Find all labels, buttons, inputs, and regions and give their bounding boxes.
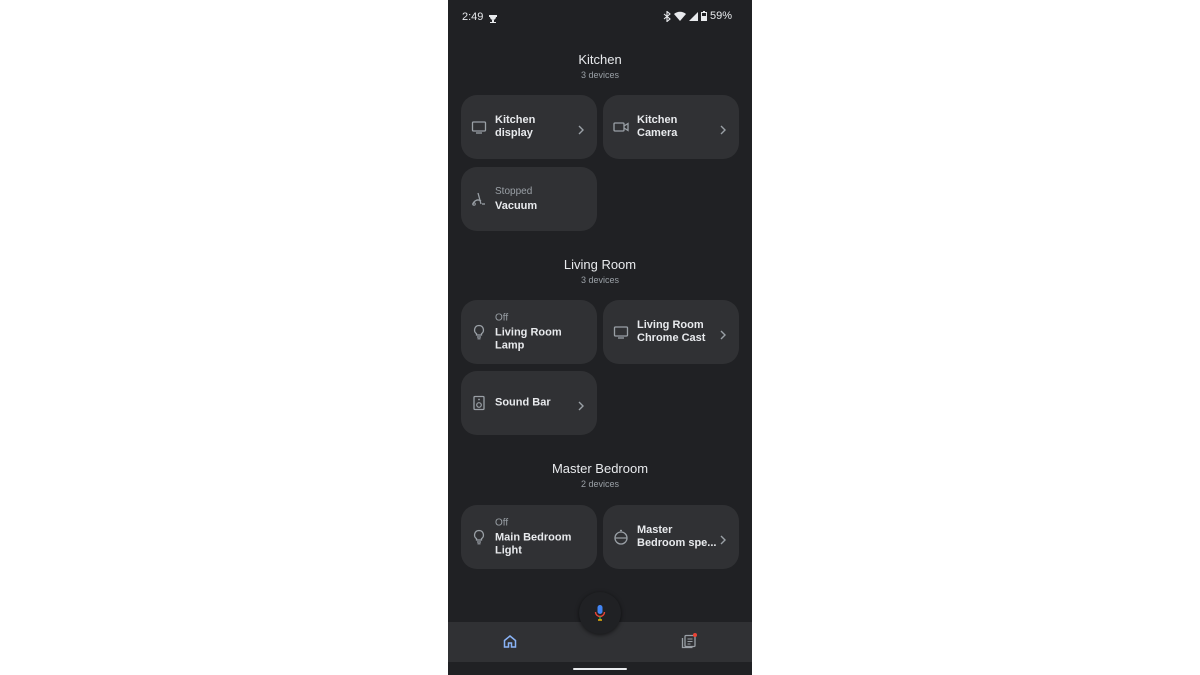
device-tile-kitchen-camera[interactable]: Kitchen Camera	[603, 95, 739, 159]
bulb-icon	[471, 324, 487, 340]
device-name-line2: Chrome Cast	[637, 332, 706, 344]
home-icon[interactable]	[503, 634, 517, 648]
room-title: Kitchen	[578, 52, 622, 67]
device-name-line2: display	[495, 127, 533, 139]
device-name-line2: Camera	[637, 127, 678, 139]
gesture-handle[interactable]	[573, 668, 627, 670]
bulb-icon	[471, 529, 487, 545]
status-time: 2:49	[462, 11, 484, 23]
device-tile-kitchen-display[interactable]: Kitchen display	[461, 95, 597, 159]
room-header-living-room: Living Room 3 devices	[448, 257, 752, 286]
tv-icon	[613, 324, 629, 340]
camera-icon	[613, 119, 629, 135]
chevron-right-icon	[577, 398, 585, 411]
device-tile-master-bedroom-speaker[interactable]: Master Bedroom spe...	[603, 505, 739, 569]
device-name: Main Bedroom	[495, 531, 572, 544]
chevron-right-icon	[719, 122, 727, 135]
chevron-right-icon	[719, 532, 727, 545]
device-name: Kitchen	[637, 114, 678, 126]
device-name: Sound Bar	[495, 396, 551, 409]
device-name-line2: Bedroom spe...	[637, 537, 717, 549]
bluetooth-icon	[663, 10, 671, 22]
mic-icon	[594, 605, 606, 621]
room-device-count: 3 devices	[580, 70, 620, 80]
feed-icon[interactable]	[681, 633, 697, 649]
device-name-line2: Light	[495, 544, 522, 557]
device-tile-living-room-chromecast[interactable]: Living Room Chrome Cast	[603, 300, 739, 364]
room-title: Master Bedroom	[551, 461, 649, 476]
chevron-right-icon	[719, 327, 727, 340]
room-device-count: 2 devices	[580, 479, 620, 489]
phone-screen: 2:49 59% Kitchen 3 devices Kitchen displ…	[448, 0, 752, 675]
device-name: Master	[637, 524, 673, 536]
device-tile-main-bedroom-light[interactable]: Off Main Bedroom Light	[461, 505, 597, 569]
room-device-count: 3 devices	[580, 275, 620, 285]
smart-speaker-icon	[613, 529, 629, 545]
device-name: Vacuum	[495, 200, 538, 212]
trophy-icon	[488, 11, 498, 23]
status-icons: 59%	[663, 10, 732, 22]
device-status: Off	[495, 517, 509, 529]
device-name-line2: Lamp	[495, 339, 525, 352]
speaker-icon	[471, 395, 487, 411]
vacuum-icon	[471, 191, 487, 207]
device-name: Living Room	[495, 326, 562, 339]
room-header-kitchen: Kitchen 3 devices	[448, 52, 752, 81]
chevron-right-icon	[577, 122, 585, 135]
device-tile-vacuum[interactable]: Stopped Vacuum	[461, 167, 597, 231]
cell-signal-icon	[688, 11, 698, 21]
device-name: Kitchen	[495, 114, 536, 126]
tv-icon	[471, 119, 487, 135]
device-tile-living-room-lamp[interactable]: Off Living Room Lamp	[461, 300, 597, 364]
device-status: Off	[495, 312, 509, 324]
battery-icon	[700, 11, 707, 21]
device-tile-sound-bar[interactable]: Sound Bar	[461, 371, 597, 435]
mic-button[interactable]	[579, 592, 621, 634]
room-title: Living Room	[563, 257, 637, 272]
device-name: Living Room	[637, 319, 704, 331]
device-status: Stopped	[495, 186, 533, 197]
room-header-master-bedroom: Master Bedroom 2 devices	[448, 461, 752, 490]
battery-percent: 59%	[709, 10, 732, 22]
wifi-icon	[673, 11, 686, 21]
status-bar: 2:49 59%	[448, 0, 752, 34]
